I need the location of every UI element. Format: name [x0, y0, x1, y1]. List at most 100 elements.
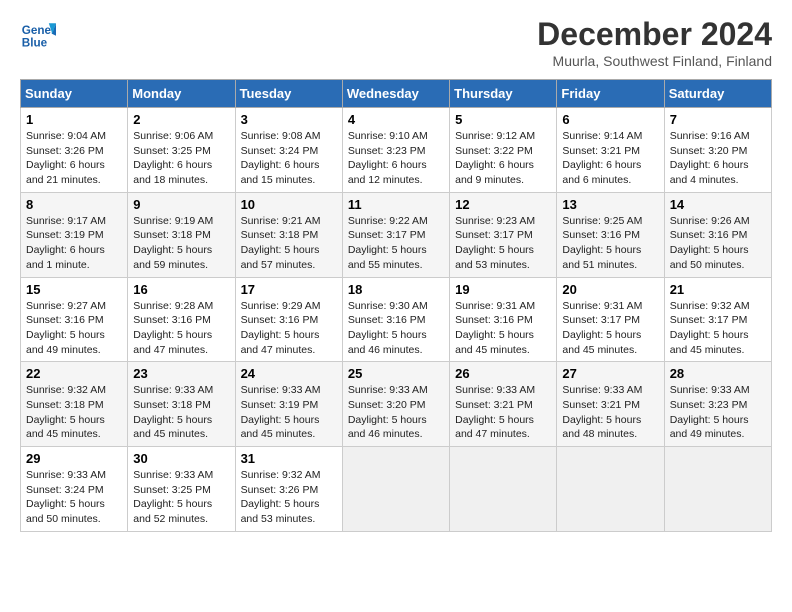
day-info: Sunrise: 9:33 AMSunset: 3:23 PMDaylight:…	[670, 383, 766, 442]
day-number: 10	[241, 197, 337, 212]
calendar-cell: 4Sunrise: 9:10 AMSunset: 3:23 PMDaylight…	[342, 108, 449, 193]
day-number: 12	[455, 197, 551, 212]
day-info: Sunrise: 9:33 AMSunset: 3:18 PMDaylight:…	[133, 383, 229, 442]
calendar-cell: 20 Sunrise: 9:31 AMSunset: 3:17 PMDayligh…	[557, 277, 664, 362]
weekday-header: Friday	[557, 80, 664, 108]
svg-text:Blue: Blue	[22, 37, 48, 50]
day-info: Sunrise: 9:31 AMSunset: 3:17 PMDaylight:…	[562, 299, 658, 358]
day-number: 24	[241, 366, 337, 381]
day-number: 16	[133, 282, 229, 297]
day-number: 31	[241, 451, 337, 466]
day-number: 30	[133, 451, 229, 466]
weekday-header: Wednesday	[342, 80, 449, 108]
calendar-cell: 24 Sunrise: 9:33 AMSunset: 3:19 PMDayligh…	[235, 362, 342, 447]
day-number: 29	[26, 451, 122, 466]
day-number: 13	[562, 197, 658, 212]
calendar-cell: 18 Sunrise: 9:30 AMSunset: 3:16 PMDayligh…	[342, 277, 449, 362]
day-info: Sunrise: 9:22 AMSunset: 3:17 PMDaylight:…	[348, 214, 444, 273]
day-number: 14	[670, 197, 766, 212]
calendar-cell	[664, 447, 771, 532]
day-number: 22	[26, 366, 122, 381]
day-number: 11	[348, 197, 444, 212]
day-number: 9	[133, 197, 229, 212]
calendar-cell: 30Sunrise: 9:33 AMSunset: 3:25 PMDayligh…	[128, 447, 235, 532]
day-info: Sunrise: 9:16 AMSunset: 3:20 PMDaylight:…	[670, 129, 766, 188]
day-info: Sunrise: 9:33 AMSunset: 3:19 PMDaylight:…	[241, 383, 337, 442]
calendar-cell: 1 Sunrise: 9:04 AMSunset: 3:26 PMDaylight…	[21, 108, 128, 193]
calendar-cell: 13 Sunrise: 9:25 AMSunset: 3:16 PMDayligh…	[557, 192, 664, 277]
calendar-cell: 15 Sunrise: 9:27 AMSunset: 3:16 PMDayligh…	[21, 277, 128, 362]
day-number: 28	[670, 366, 766, 381]
day-info: Sunrise: 9:32 AMSunset: 3:17 PMDaylight:…	[670, 299, 766, 358]
weekday-header: Monday	[128, 80, 235, 108]
calendar-cell: 10 Sunrise: 9:21 AMSunset: 3:18 PMDayligh…	[235, 192, 342, 277]
calendar-cell	[342, 447, 449, 532]
title-block: December 2024 Muurla, Southwest Finland,…	[537, 16, 772, 69]
page-subtitle: Muurla, Southwest Finland, Finland	[537, 53, 772, 69]
logo-icon: General Blue	[20, 16, 56, 52]
weekday-header: Sunday	[21, 80, 128, 108]
day-info: Sunrise: 9:08 AMSunset: 3:24 PMDaylight:…	[241, 129, 337, 188]
calendar-cell: 23 Sunrise: 9:33 AMSunset: 3:18 PMDayligh…	[128, 362, 235, 447]
weekday-header: Tuesday	[235, 80, 342, 108]
day-info: Sunrise: 9:27 AMSunset: 3:16 PMDaylight:…	[26, 299, 122, 358]
day-info: Sunrise: 9:23 AMSunset: 3:17 PMDaylight:…	[455, 214, 551, 273]
day-number: 21	[670, 282, 766, 297]
page-title: December 2024	[537, 16, 772, 53]
day-number: 26	[455, 366, 551, 381]
calendar-cell: 8Sunrise: 9:17 AMSunset: 3:19 PMDaylight…	[21, 192, 128, 277]
day-info: Sunrise: 9:33 AMSunset: 3:21 PMDaylight:…	[562, 383, 658, 442]
calendar-week: 1 Sunrise: 9:04 AMSunset: 3:26 PMDaylight…	[21, 108, 772, 193]
day-number: 23	[133, 366, 229, 381]
calendar-cell: 25 Sunrise: 9:33 AMSunset: 3:20 PMDayligh…	[342, 362, 449, 447]
day-number: 1	[26, 112, 122, 127]
day-number: 20	[562, 282, 658, 297]
day-info: Sunrise: 9:21 AMSunset: 3:18 PMDaylight:…	[241, 214, 337, 273]
day-info: Sunrise: 9:33 AMSunset: 3:21 PMDaylight:…	[455, 383, 551, 442]
day-number: 3	[241, 112, 337, 127]
day-info: Sunrise: 9:19 AMSunset: 3:18 PMDaylight:…	[133, 214, 229, 273]
day-info: Sunrise: 9:04 AMSunset: 3:26 PMDaylight:…	[26, 129, 122, 188]
calendar-cell: 27 Sunrise: 9:33 AMSunset: 3:21 PMDayligh…	[557, 362, 664, 447]
day-number: 17	[241, 282, 337, 297]
calendar-cell: 3 Sunrise: 9:08 AMSunset: 3:24 PMDaylight…	[235, 108, 342, 193]
calendar-cell: 14 Sunrise: 9:26 AMSunset: 3:16 PMDayligh…	[664, 192, 771, 277]
day-number: 15	[26, 282, 122, 297]
calendar-cell: 11 Sunrise: 9:22 AMSunset: 3:17 PMDayligh…	[342, 192, 449, 277]
calendar-week: 15 Sunrise: 9:27 AMSunset: 3:16 PMDayligh…	[21, 277, 772, 362]
calendar-cell: 26 Sunrise: 9:33 AMSunset: 3:21 PMDayligh…	[450, 362, 557, 447]
calendar-cell	[450, 447, 557, 532]
calendar-cell: 16 Sunrise: 9:28 AMSunset: 3:16 PMDayligh…	[128, 277, 235, 362]
weekday-header: Thursday	[450, 80, 557, 108]
day-info: Sunrise: 9:30 AMSunset: 3:16 PMDaylight:…	[348, 299, 444, 358]
calendar-cell: 21 Sunrise: 9:32 AMSunset: 3:17 PMDayligh…	[664, 277, 771, 362]
day-info: Sunrise: 9:33 AMSunset: 3:24 PMDaylight:…	[26, 468, 122, 527]
day-info: Sunrise: 9:06 AMSunset: 3:25 PMDaylight:…	[133, 129, 229, 188]
calendar-cell: 7 Sunrise: 9:16 AMSunset: 3:20 PMDaylight…	[664, 108, 771, 193]
day-info: Sunrise: 9:29 AMSunset: 3:16 PMDaylight:…	[241, 299, 337, 358]
calendar-cell: 5Sunrise: 9:12 AMSunset: 3:22 PMDaylight…	[450, 108, 557, 193]
day-number: 27	[562, 366, 658, 381]
day-info: Sunrise: 9:28 AMSunset: 3:16 PMDaylight:…	[133, 299, 229, 358]
day-info: Sunrise: 9:14 AMSunset: 3:21 PMDaylight:…	[562, 129, 658, 188]
calendar-cell: 9 Sunrise: 9:19 AMSunset: 3:18 PMDaylight…	[128, 192, 235, 277]
calendar-week: 29 Sunrise: 9:33 AMSunset: 3:24 PMDayligh…	[21, 447, 772, 532]
day-number: 18	[348, 282, 444, 297]
day-info: Sunrise: 9:26 AMSunset: 3:16 PMDaylight:…	[670, 214, 766, 273]
day-info: Sunrise: 9:10 AMSunset: 3:23 PMDaylight:…	[348, 129, 444, 188]
day-number: 5	[455, 112, 551, 127]
day-info: Sunrise: 9:32 AMSunset: 3:18 PMDaylight:…	[26, 383, 122, 442]
day-number: 8	[26, 197, 122, 212]
calendar-cell: 17 Sunrise: 9:29 AMSunset: 3:16 PMDayligh…	[235, 277, 342, 362]
logo: General Blue	[20, 16, 56, 52]
day-info: Sunrise: 9:25 AMSunset: 3:16 PMDaylight:…	[562, 214, 658, 273]
calendar-week: 8Sunrise: 9:17 AMSunset: 3:19 PMDaylight…	[21, 192, 772, 277]
calendar-cell: 31Sunrise: 9:32 AMSunset: 3:26 PMDayligh…	[235, 447, 342, 532]
calendar-cell: 12 Sunrise: 9:23 AMSunset: 3:17 PMDayligh…	[450, 192, 557, 277]
day-number: 2	[133, 112, 229, 127]
day-number: 25	[348, 366, 444, 381]
day-number: 7	[670, 112, 766, 127]
day-info: Sunrise: 9:33 AMSunset: 3:20 PMDaylight:…	[348, 383, 444, 442]
calendar-cell: 29 Sunrise: 9:33 AMSunset: 3:24 PMDayligh…	[21, 447, 128, 532]
calendar-cell	[557, 447, 664, 532]
